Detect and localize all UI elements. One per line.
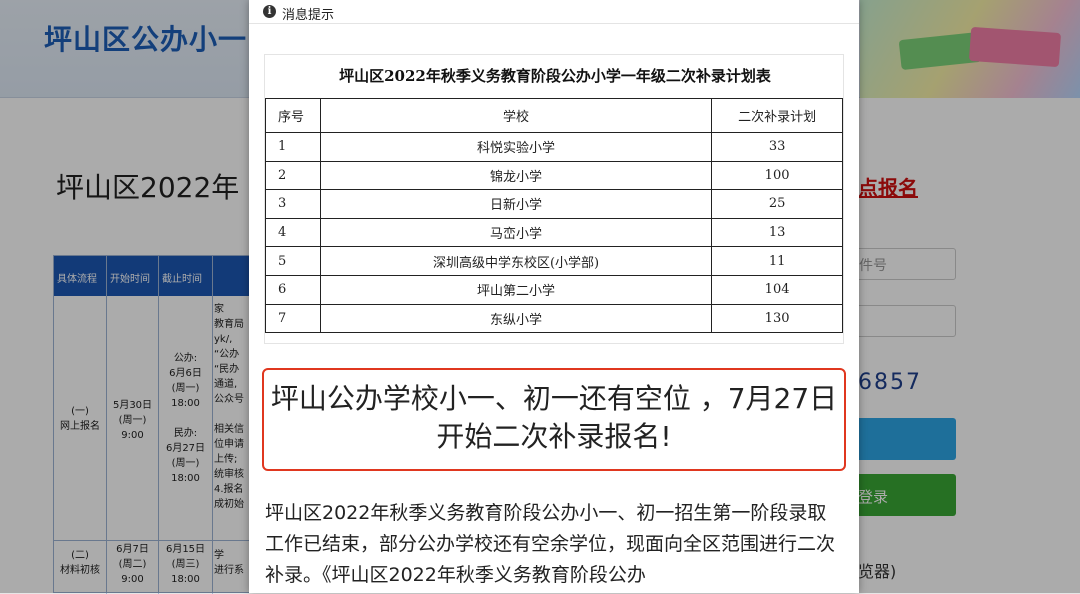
row-index: 4 [265, 217, 321, 248]
plan-count: 130 [711, 303, 843, 334]
announcement-body: 坪山区2022年秋季义务教育阶段公办小一、初一招生第一阶段录取工作已结束，部分公… [265, 502, 836, 586]
school-name: 坪山第二小学 [319, 274, 713, 305]
table-row: 4 马峦小学 13 [265, 217, 843, 248]
table-header-row: 序号 学校 二次补录计划 [265, 98, 843, 133]
message-dialog: i 消息提示 坪山区2022年秋季义务教育阶段公办小学一年级二次补录计划表 序号… [249, 0, 859, 593]
table-row: 7 东纵小学 130 [265, 303, 843, 334]
school-name: 马峦小学 [319, 217, 713, 248]
table-row: 5 深圳高级中学东校区(小学部) 11 [265, 246, 843, 276]
table-row: 6 坪山第二小学 104 [265, 274, 843, 305]
table-row: 2 锦龙小学 100 [265, 160, 843, 191]
school-name: 日新小学 [319, 189, 713, 219]
dialog-header: i 消息提示 [249, 0, 859, 24]
plan-count: 13 [711, 217, 843, 248]
plan-count: 25 [711, 189, 843, 219]
school-name: 深圳高级中学东校区(小学部) [319, 246, 713, 276]
table-row: 3 日新小学 25 [265, 189, 843, 219]
row-index: 1 [265, 132, 321, 162]
notice-banner: 坪山公办学校小一、初一还有空位 ，7月27日开始二次补录报名! [262, 368, 846, 471]
plan-count: 11 [711, 246, 843, 276]
row-index: 5 [265, 246, 321, 276]
plan-count: 33 [711, 132, 843, 162]
school-name: 科悦实验小学 [319, 132, 713, 162]
info-icon: i [263, 5, 276, 18]
plan-table-image: 坪山区2022年秋季义务教育阶段公办小学一年级二次补录计划表 序号 学校 二次补… [264, 54, 844, 344]
row-index: 7 [265, 303, 321, 334]
school-name: 锦龙小学 [319, 160, 713, 191]
column-header: 二次补录计划 [711, 98, 843, 133]
row-index: 3 [265, 189, 321, 219]
column-header: 序号 [265, 98, 321, 133]
plan-count: 100 [711, 160, 843, 191]
dialog-title: 消息提示 [282, 8, 335, 23]
school-name: 东纵小学 [319, 303, 713, 334]
row-index: 2 [265, 160, 321, 191]
notice-text: 坪山公办学校小一、初一还有空位 ，7月27日开始二次补录报名! [270, 382, 838, 453]
row-index: 6 [265, 274, 321, 305]
table-row: 1 科悦实验小学 33 [265, 132, 843, 162]
column-header: 学校 [319, 98, 713, 133]
plan-count: 104 [711, 274, 843, 305]
plan-table-caption: 坪山区2022年秋季义务教育阶段公办小学一年级二次补录计划表 [339, 67, 771, 85]
plan-table: 序号 学校 二次补录计划 1 科悦实验小学 33 2 锦龙小学 100 3 日新… [265, 98, 843, 334]
